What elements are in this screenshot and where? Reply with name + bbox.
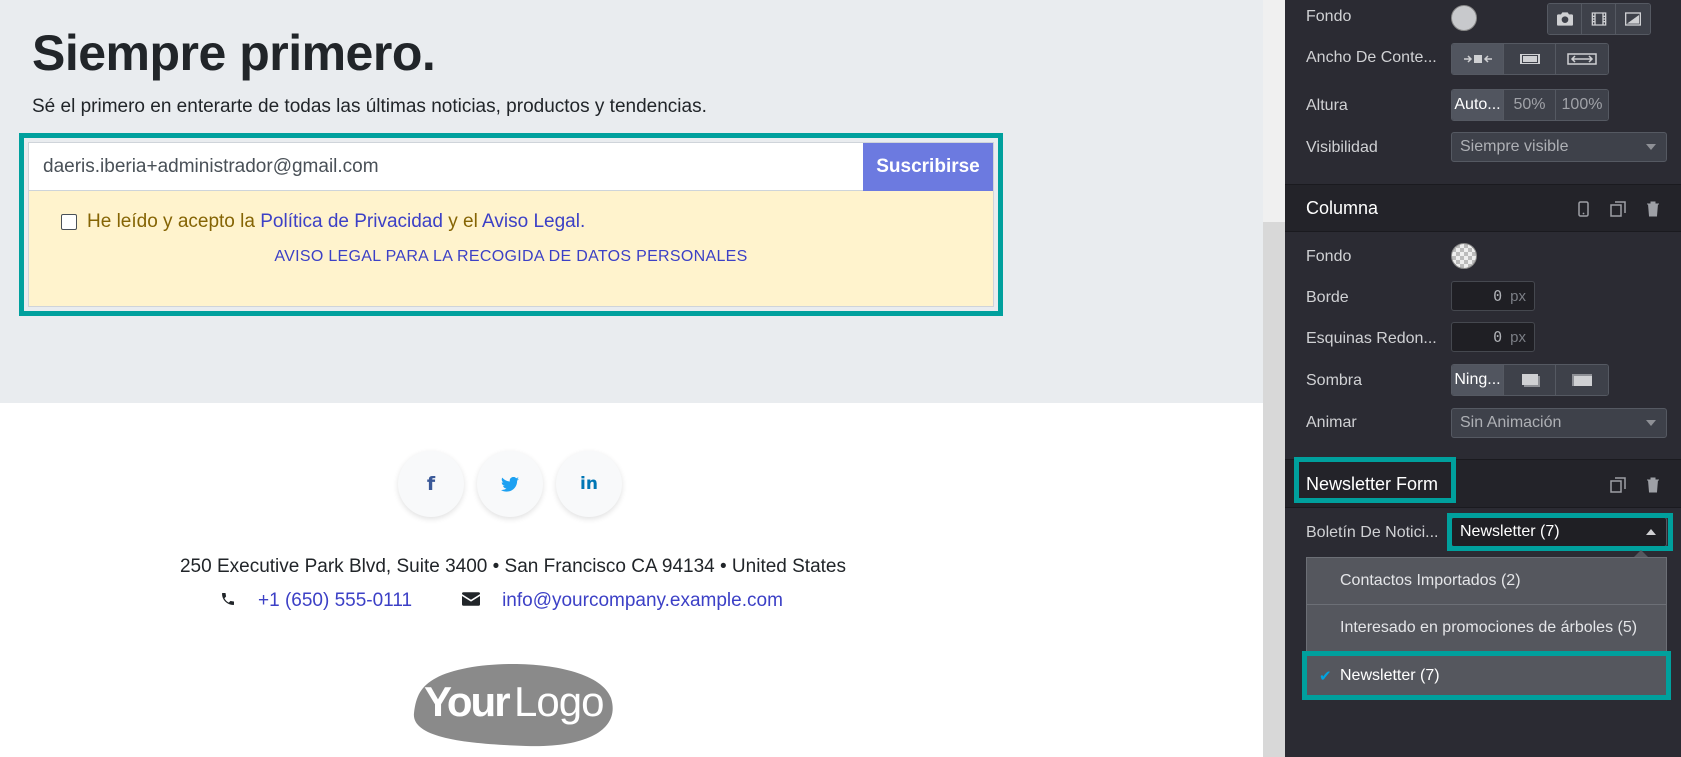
consent-checkbox[interactable] xyxy=(61,214,77,230)
website-preview: Siempre primero. Sé el primero en entera… xyxy=(0,0,1263,757)
email-input[interactable] xyxy=(29,143,863,191)
twitter-icon[interactable] xyxy=(477,451,543,517)
consent-text-mid: y el xyxy=(448,211,478,232)
background-type-group xyxy=(1547,3,1651,35)
animation-value: Sin Animación xyxy=(1460,414,1562,431)
corner-radius-unit: px xyxy=(1510,328,1526,346)
chevron-down-icon xyxy=(1646,420,1656,426)
column-section-header: Columna xyxy=(1285,184,1681,232)
content-width-label: Ancho De Conte... xyxy=(1306,49,1437,66)
corner-radius-value: 0 xyxy=(1493,328,1503,346)
email-link[interactable]: info@yourcompany.example.com xyxy=(502,590,783,612)
consent-suffix: . xyxy=(579,211,586,232)
width-full-icon[interactable] xyxy=(1556,44,1608,74)
background-color-picker[interactable] xyxy=(1451,5,1477,31)
contact-line: +1 (650) 555-0111 info@yourcompany.examp… xyxy=(220,590,783,612)
newsletter-title-highlight xyxy=(1294,457,1456,503)
logo-text-light: Logo xyxy=(514,678,603,725)
film-icon[interactable] xyxy=(1582,4,1616,34)
social-links: f in xyxy=(398,451,622,517)
scrollbar-thumb[interactable] xyxy=(1263,222,1285,757)
width-small-icon[interactable] xyxy=(1452,44,1504,74)
duplicate-icon[interactable] xyxy=(1609,476,1627,494)
newsletter-section: Siempre primero. Sé el primero en entera… xyxy=(0,0,1263,403)
legal-notice-link-uppercase[interactable]: AVISO LEGAL PARA LA RECOGIDA DE DATOS PE… xyxy=(29,248,993,266)
animate-label: Animar xyxy=(1306,414,1357,431)
column-background-label: Fondo xyxy=(1306,248,1352,265)
consent-line: He leído y acepto la Política de Privaci… xyxy=(61,211,585,233)
height-label: Altura xyxy=(1306,97,1348,114)
option-label: Contactos Importados (2) xyxy=(1340,572,1521,589)
dropdown-option[interactable]: Interesado en promociones de árboles (5) xyxy=(1307,605,1666,652)
newsletter-form[interactable]: Suscribirse He leído y acepto la Polític… xyxy=(28,142,994,307)
shadow-outset-icon[interactable] xyxy=(1504,365,1556,395)
animation-select[interactable]: Sin Animación xyxy=(1451,408,1667,438)
subscribe-button[interactable]: Suscribirse xyxy=(863,143,993,191)
trash-icon[interactable] xyxy=(1644,200,1662,218)
newsletter-form-highlight[interactable]: Suscribirse He leído y acepto la Polític… xyxy=(19,133,1003,316)
height-100-option[interactable]: 100% xyxy=(1556,90,1608,120)
envelope-icon xyxy=(462,591,481,611)
visibility-label: Visibilidad xyxy=(1306,139,1378,156)
corner-radius-label: Esquinas Redon... xyxy=(1306,330,1437,347)
option-label: Interesado en promociones de árboles (5) xyxy=(1340,619,1638,636)
shadow-inset-icon[interactable] xyxy=(1556,365,1608,395)
width-regular-icon[interactable] xyxy=(1504,44,1556,74)
duplicate-icon[interactable] xyxy=(1609,200,1627,218)
subscribe-row: Suscribirse xyxy=(29,143,993,191)
height-50-option[interactable]: 50% xyxy=(1504,90,1556,120)
selected-option-highlight xyxy=(1302,651,1671,700)
height-options: Auto... 50% 100% xyxy=(1451,89,1609,121)
trash-icon[interactable] xyxy=(1644,476,1662,494)
column-section-title: Columna xyxy=(1306,198,1379,218)
camera-icon[interactable] xyxy=(1548,4,1582,34)
company-logo[interactable]: Your Logo xyxy=(406,658,618,750)
section-title: Siempre primero. xyxy=(32,25,436,81)
linkedin-icon[interactable]: in xyxy=(556,451,622,517)
border-width-input[interactable]: 0 px xyxy=(1451,281,1535,311)
facebook-icon[interactable]: f xyxy=(398,451,464,517)
shadow-options: Ning... xyxy=(1451,364,1609,396)
corner-radius-input[interactable]: 0 px xyxy=(1451,322,1535,352)
content-width-group xyxy=(1451,43,1609,75)
chevron-down-icon xyxy=(1646,144,1656,150)
border-label: Borde xyxy=(1306,289,1349,306)
logo-text-bold: Your xyxy=(424,678,510,725)
visibility-value: Siempre visible xyxy=(1460,138,1569,155)
shadow-none-option[interactable]: Ning... xyxy=(1452,365,1504,395)
phone-icon xyxy=(220,591,236,612)
background-label: Fondo xyxy=(1306,8,1352,25)
height-auto-option[interactable]: Auto... xyxy=(1452,90,1504,120)
border-width-value: 0 xyxy=(1493,287,1503,305)
privacy-policy-link[interactable]: Política de Privacidad xyxy=(260,211,443,232)
phone-link[interactable]: +1 (650) 555-0111 xyxy=(258,590,412,612)
consent-text: He leído y acepto la xyxy=(87,211,255,232)
legal-notice-link[interactable]: Aviso Legal xyxy=(482,211,580,232)
column-background-color-picker[interactable] xyxy=(1451,243,1477,269)
newsletter-select-highlight xyxy=(1447,513,1673,551)
mobile-icon[interactable] xyxy=(1574,200,1592,218)
section-subtitle: Sé el primero en enterarte de todas las … xyxy=(32,96,707,117)
visibility-select[interactable]: Siempre visible xyxy=(1451,132,1667,162)
company-address: 250 Executive Park Blvd, Suite 3400 • Sa… xyxy=(179,556,846,577)
dropdown-option[interactable]: Contactos Importados (2) xyxy=(1307,558,1666,605)
shadow-label: Sombra xyxy=(1306,372,1363,389)
page-scrollbar[interactable] xyxy=(1263,0,1285,757)
shape-icon[interactable] xyxy=(1616,4,1650,34)
border-unit: px xyxy=(1510,287,1526,305)
editor-options-panel: Fondo Ancho De Conte... Altura Auto... 5… xyxy=(1285,0,1681,757)
newsletter-list-label: Boletín De Notici... xyxy=(1306,524,1439,541)
